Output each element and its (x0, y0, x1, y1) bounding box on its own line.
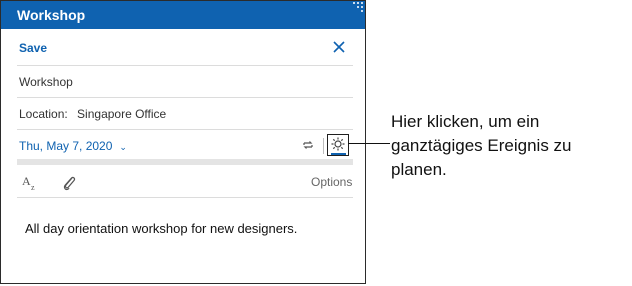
event-body-text[interactable]: All day orientation workshop for new des… (25, 221, 345, 236)
drag-grip-icon[interactable] (353, 2, 363, 12)
svg-text:z: z (31, 183, 35, 191)
title-bar: Workshop (1, 1, 365, 29)
callout-pointer-line (348, 143, 390, 144)
event-title-value: Workshop (19, 75, 73, 89)
date-value: Thu, May 7, 2020 (19, 139, 113, 153)
repeat-icon[interactable] (301, 138, 315, 152)
options-button[interactable]: Options (311, 175, 352, 189)
section-divider-bar (17, 159, 353, 165)
location-field[interactable]: Location: Singapore Office (17, 99, 353, 131)
toolbar-divider (323, 138, 324, 154)
divider (17, 197, 353, 198)
date-picker[interactable]: Thu, May 7, 2020 ⌄ (19, 139, 127, 153)
location-label: Location: (19, 107, 68, 121)
divider (17, 129, 353, 130)
close-icon[interactable] (331, 39, 347, 55)
event-title-field[interactable]: Workshop (17, 67, 353, 99)
location-row: Location: Singapore Office (19, 107, 166, 121)
save-button[interactable]: Save (19, 41, 47, 55)
location-value: Singapore Office (77, 107, 167, 121)
callout-annotation: Hier klicken, um ein ganztägiges Ereigni… (391, 112, 572, 179)
window-title: Workshop (17, 7, 86, 23)
event-editor-panel: Workshop Save Workshop Location: Singapo… (0, 0, 366, 284)
paperclip-icon[interactable] (61, 174, 77, 192)
divider (17, 97, 353, 98)
divider (17, 65, 353, 66)
sun-icon (331, 137, 345, 151)
format-text-icon[interactable]: A z (21, 173, 39, 191)
all-day-active-indicator (331, 153, 346, 155)
chevron-down-icon: ⌄ (119, 142, 127, 152)
svg-text:A: A (22, 174, 31, 188)
